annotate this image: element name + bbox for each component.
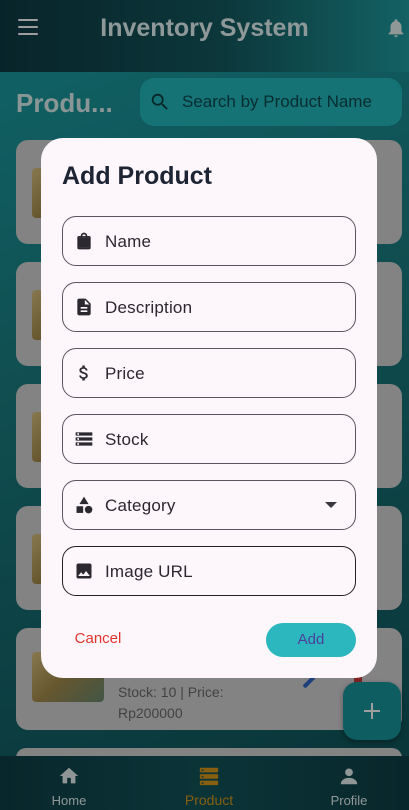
price-field[interactable]: Price (62, 348, 356, 398)
dollar-icon (79, 365, 88, 381)
description-field-label: Description (105, 298, 193, 317)
category-dropdown[interactable]: Category (62, 480, 356, 530)
add-product-dialog: Add Product Name Description Price Stock… (41, 138, 377, 678)
stock-field[interactable]: Stock (62, 414, 356, 464)
image-url-field[interactable]: Image URL (62, 546, 356, 596)
name-field[interactable]: Name (62, 216, 356, 266)
price-field-label: Price (105, 364, 145, 383)
dialog-title: Add Product (62, 162, 212, 190)
name-field-label: Name (105, 232, 152, 251)
shopping-bag-icon (77, 232, 91, 250)
image-url-field-label: Image URL (105, 562, 193, 581)
description-field[interactable]: Description (62, 282, 356, 332)
image-icon (76, 563, 92, 579)
cancel-button[interactable]: Cancel (63, 624, 133, 654)
category-field-label: Category (105, 496, 176, 515)
category-icon (76, 496, 93, 514)
add-button[interactable]: Add (266, 623, 356, 657)
storage-icon (75, 432, 93, 446)
dropdown-arrow-icon[interactable] (325, 502, 337, 508)
stock-field-label: Stock (105, 430, 149, 449)
description-icon (77, 298, 91, 316)
